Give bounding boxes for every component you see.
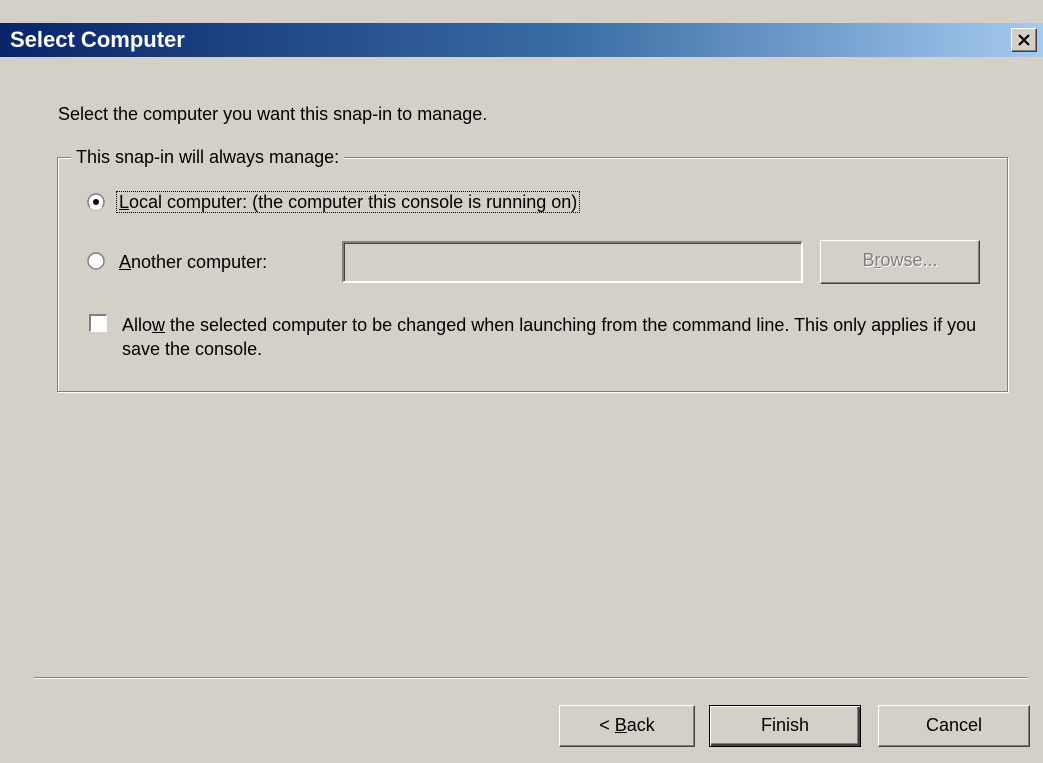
title-bar: Select Computer — [0, 23, 1043, 57]
back-label-pre: < — [599, 715, 615, 735]
another-computer-label[interactable]: Another computer: — [119, 250, 267, 274]
close-button[interactable] — [1011, 28, 1037, 52]
another-computer-input[interactable] — [342, 241, 803, 283]
dialog-title: Select Computer — [10, 27, 185, 52]
close-icon — [1018, 34, 1030, 46]
back-label-post: ack — [626, 715, 655, 735]
groupbox-legend: This snap-in will always manage: — [71, 145, 345, 169]
back-mnemonic: B — [614, 715, 627, 735]
allow-label-post: the selected computer to be changed when… — [122, 315, 977, 359]
allow-label-pre: Allo — [122, 315, 153, 335]
another-label-text: nother computer: — [131, 252, 268, 272]
cancel-button[interactable]: Cancel — [878, 705, 1030, 747]
local-label-text: ocal computer: (the computer this consol… — [129, 192, 578, 212]
finish-button[interactable]: Finish — [709, 705, 861, 747]
allow-mnemonic: w — [152, 315, 166, 335]
browse-button[interactable]: Browse... — [820, 240, 980, 284]
footer-separator — [34, 677, 1028, 679]
local-mnemonic: L — [119, 192, 130, 212]
local-computer-radio[interactable] — [87, 193, 105, 211]
browse-label-pre: B — [862, 250, 875, 270]
local-computer-focus: Local computer: (the computer this conso… — [115, 191, 581, 213]
radio-unselected-icon — [87, 252, 105, 270]
another-computer-radio[interactable] — [87, 252, 105, 270]
another-mnemonic: A — [119, 252, 132, 272]
radio-selected-icon — [93, 199, 99, 205]
browse-label-post: owse... — [880, 250, 938, 270]
instruction-text: Select the computer you want this snap-i… — [58, 104, 488, 124]
allow-change-label[interactable]: Allow the selected computer to be change… — [122, 313, 982, 361]
local-computer-label[interactable]: Local computer: (the computer this conso… — [115, 190, 581, 214]
select-computer-dialog: Select Computer Select the computer you … — [0, 0, 1043, 763]
allow-change-checkbox[interactable] — [89, 314, 107, 332]
back-button[interactable]: < Back — [559, 705, 695, 747]
